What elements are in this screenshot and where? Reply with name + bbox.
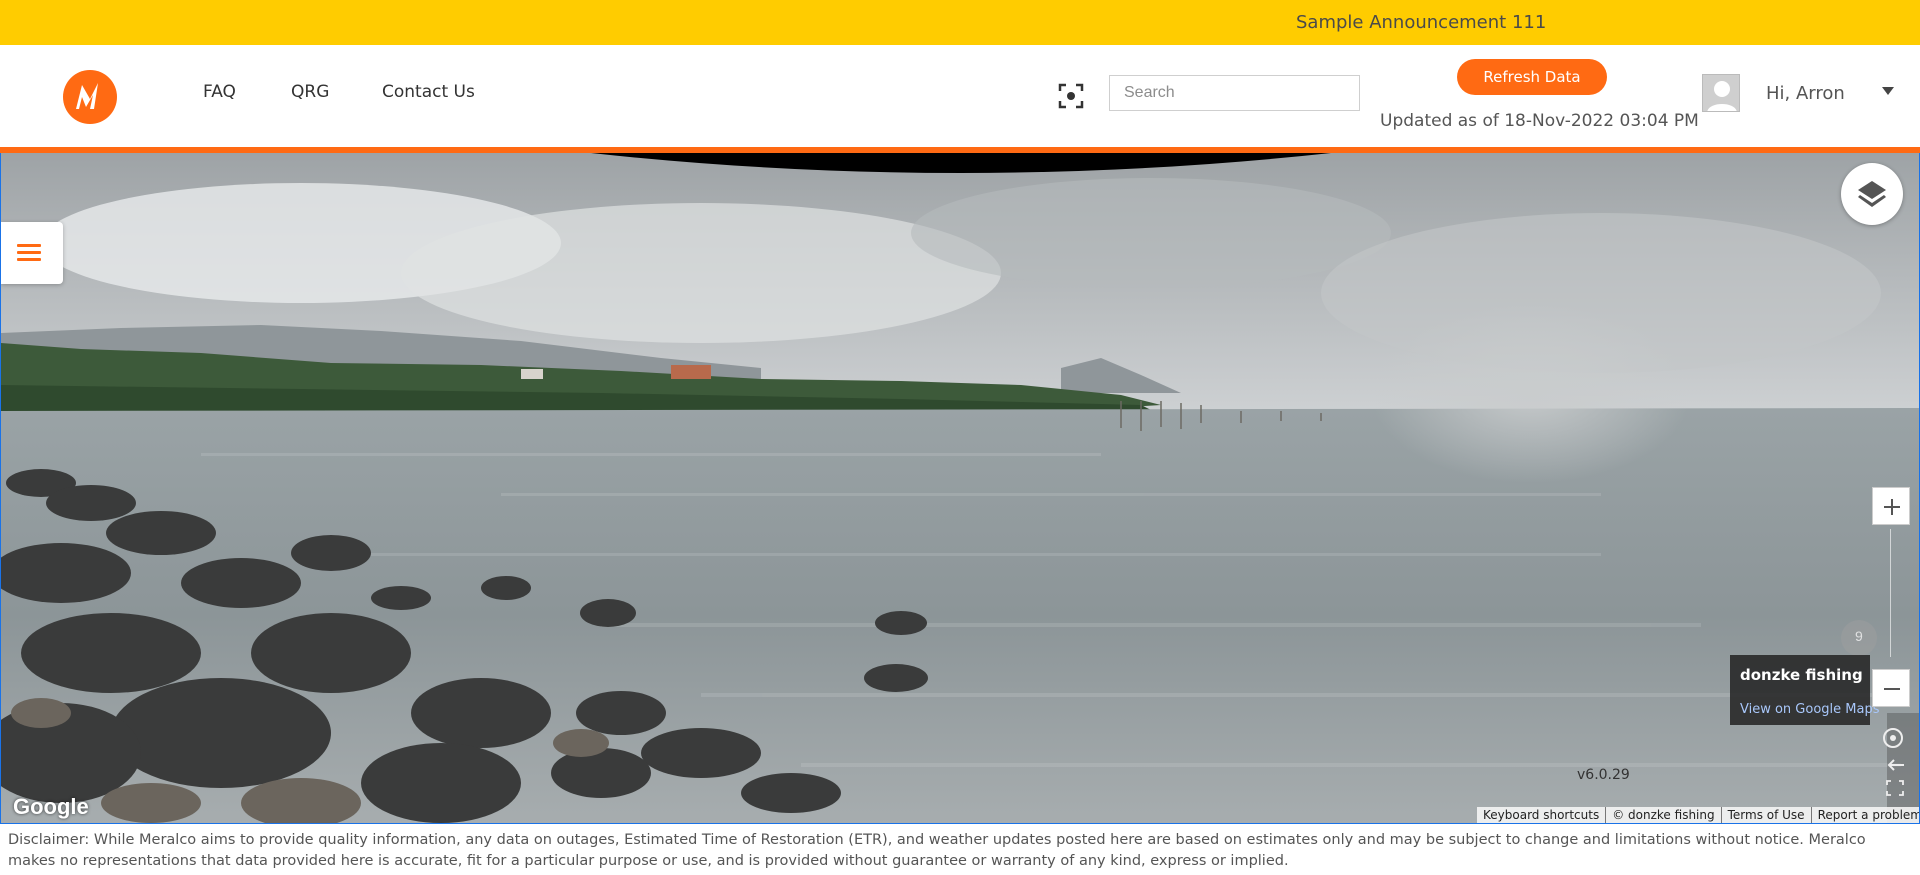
compass-icon[interactable] — [1882, 727, 1904, 749]
back-arrow-icon[interactable] — [1886, 758, 1906, 772]
view-on-google-maps-link[interactable]: View on Google Maps — [1740, 702, 1880, 717]
announcement-text: Sample Announcement 111 — [1296, 12, 1547, 33]
announcement-bar: Sample Announcement 111 — [0, 0, 1920, 45]
zoom-in-icon — [1884, 499, 1900, 515]
zoom-track — [1890, 529, 1891, 657]
terms-of-use-link[interactable]: Terms of Use — [1720, 807, 1811, 823]
fullscreen-icon[interactable] — [1886, 780, 1904, 796]
place-card: donzke fishing View on Google Maps — [1730, 655, 1880, 725]
nav-contact-us[interactable]: Contact Us — [382, 82, 475, 102]
zoom-out-button[interactable] — [1872, 669, 1910, 707]
refresh-data-button[interactable]: Refresh Data — [1457, 59, 1607, 95]
place-title: donzke fishing — [1740, 666, 1863, 684]
updated-timestamp: Updated as of 18-Nov-2022 03:04 PM — [1380, 111, 1699, 131]
copyright-text: © donzke fishing — [1605, 807, 1720, 823]
zoom-out-icon — [1884, 688, 1900, 690]
street-view-panorama[interactable] — [1, 153, 1920, 824]
header: FAQ QRG Contact Us Refresh Data Updated … — [0, 45, 1920, 147]
street-view-map[interactable]: 9 donzke fishing View on Google Maps v6.… — [0, 153, 1920, 824]
scan-icon[interactable] — [1058, 83, 1084, 109]
search-input[interactable] — [1109, 75, 1360, 111]
zoom-level-knob[interactable]: 9 — [1841, 620, 1877, 656]
google-logo: Google — [13, 794, 89, 819]
keyboard-shortcuts-link[interactable]: Keyboard shortcuts — [1477, 807, 1605, 823]
report-problem-link[interactable]: Report a problem — [1810, 807, 1919, 823]
nav-qrg[interactable]: QRG — [291, 82, 329, 102]
meralco-logo[interactable] — [62, 69, 118, 125]
version-label: v6.0.29 — [1577, 767, 1630, 783]
disclaimer-text: Disclaimer: While Meralco aims to provid… — [8, 832, 1866, 869]
map-attribution: Keyboard shortcuts © donzke fishing Term… — [1477, 807, 1919, 823]
zoom-level-label: 9 — [1855, 628, 1863, 644]
layers-icon — [1858, 181, 1886, 207]
zoom-in-button[interactable] — [1872, 487, 1910, 525]
avatar[interactable] — [1702, 74, 1740, 112]
layers-button[interactable] — [1841, 163, 1903, 225]
nav-faq[interactable]: FAQ — [203, 82, 236, 102]
hamburger-menu-button[interactable] — [1, 222, 63, 284]
chevron-down-icon[interactable] — [1882, 87, 1894, 95]
user-greeting[interactable]: Hi, Arron — [1766, 83, 1845, 104]
